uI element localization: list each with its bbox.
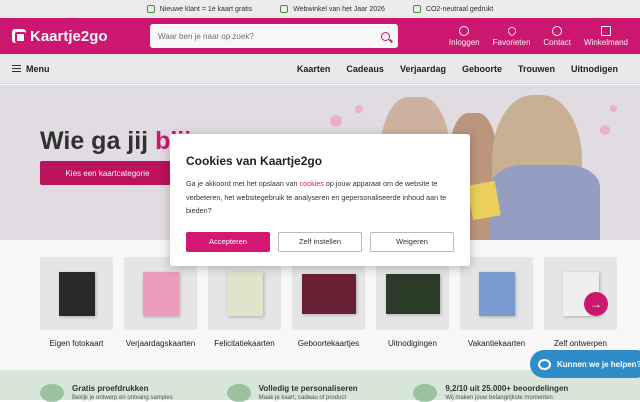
accept-button[interactable]: Accepteren (186, 231, 270, 252)
chat-button[interactable]: Kunnen we je helpen? (530, 350, 640, 378)
cookie-title: Cookies van Kaartje2go (186, 154, 323, 168)
cookie-dialog: Cookies van Kaartje2go Ga je akkoord met… (170, 134, 470, 266)
chat-bubble-icon (538, 358, 551, 370)
cookies-link[interactable]: cookies (299, 179, 323, 188)
settings-button[interactable]: Zelf instellen (278, 231, 362, 252)
cookie-text: Ga je akkoord met het opslaan van cookie… (186, 179, 447, 215)
decline-button[interactable]: Weigeren (370, 231, 454, 252)
